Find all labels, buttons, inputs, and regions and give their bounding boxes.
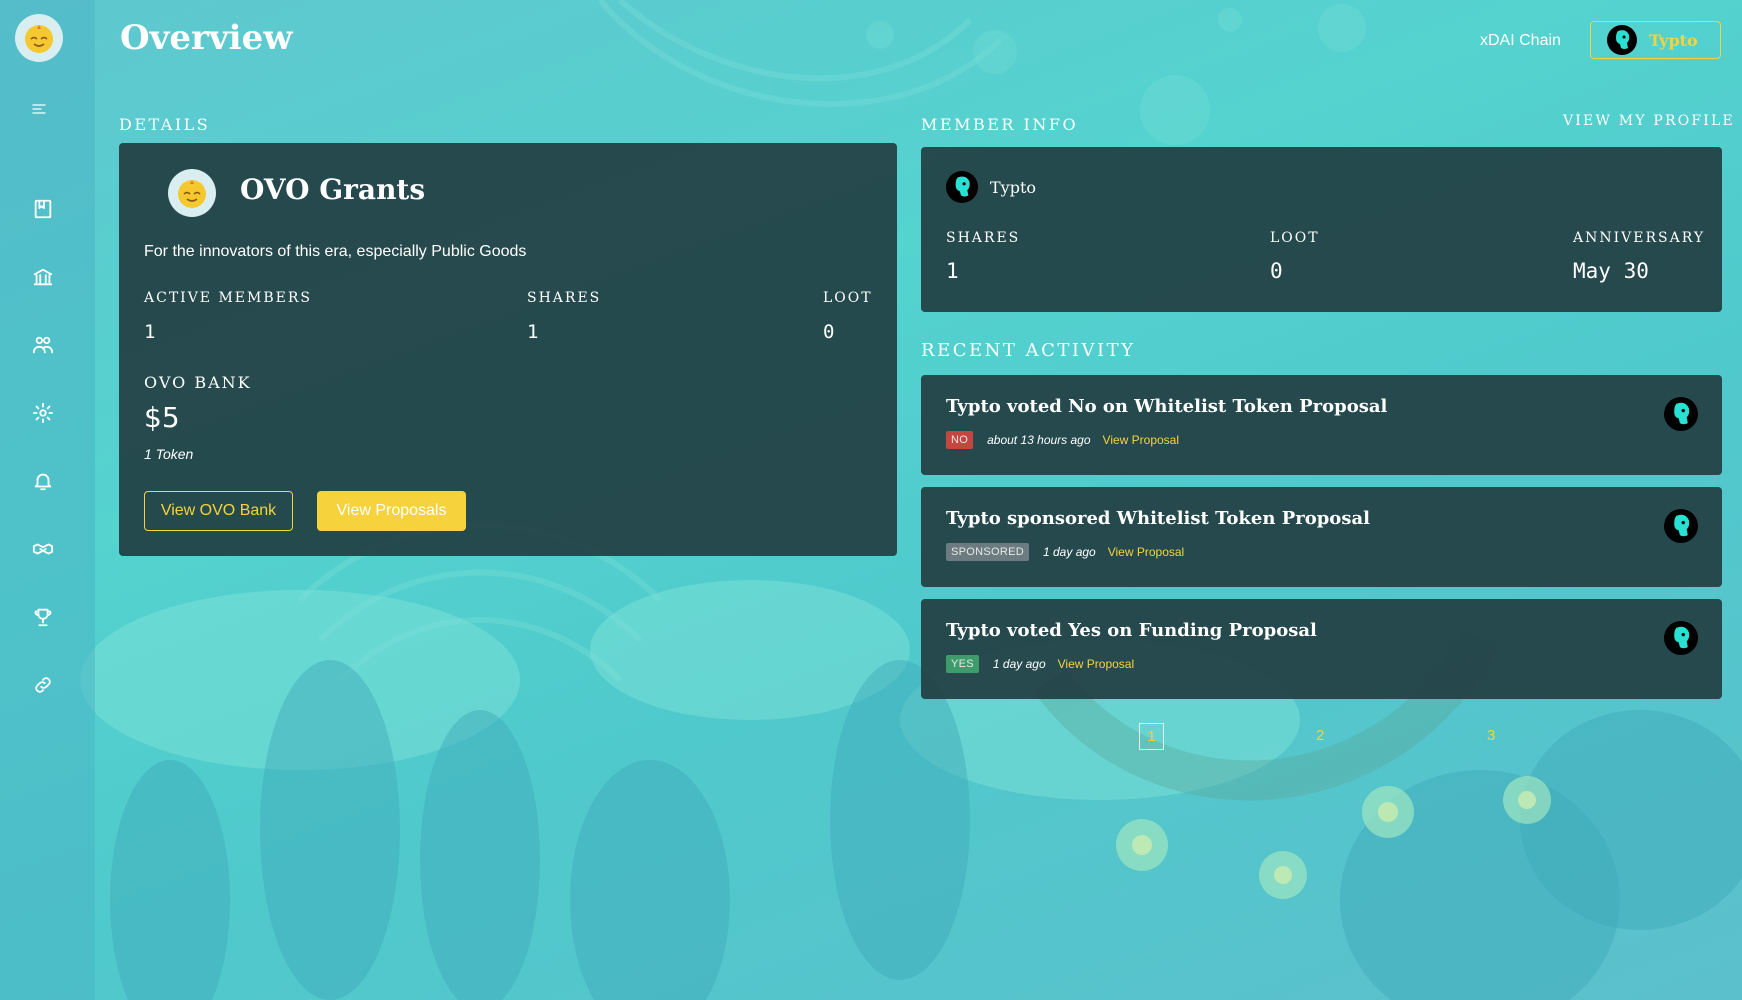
member-name: Typto bbox=[990, 178, 1037, 197]
activity-item: Typto voted Yes on Funding Proposal YES … bbox=[921, 599, 1722, 699]
pagination-page-2[interactable]: 2 bbox=[1316, 727, 1324, 744]
member-loot-label: LOOT bbox=[1270, 230, 1320, 246]
trophy-icon[interactable] bbox=[30, 604, 56, 630]
activity-item: Typto voted No on Whitelist Token Propos… bbox=[921, 375, 1722, 475]
loot-label: LOOT bbox=[823, 290, 873, 306]
egg-logo-icon bbox=[178, 180, 206, 208]
dao-avatar bbox=[168, 169, 216, 217]
member-shares-value: 1 bbox=[946, 259, 959, 283]
view-bank-button[interactable]: View OVO Bank bbox=[144, 491, 293, 531]
member-shares-label: SHARES bbox=[946, 230, 1021, 246]
activity-time: 1 day ago bbox=[1043, 545, 1096, 559]
view-proposal-link[interactable]: View Proposal bbox=[1108, 545, 1185, 559]
members-icon[interactable] bbox=[30, 332, 56, 358]
view-my-profile-link[interactable]: VIEW MY PROFILE bbox=[1563, 113, 1735, 129]
vote-no-badge: NO bbox=[946, 431, 974, 449]
active-members-label: ACTIVE MEMBERS bbox=[144, 290, 312, 306]
activity-meta: YES 1 day ago View Proposal bbox=[946, 655, 1134, 673]
active-members-value: 1 bbox=[144, 321, 156, 343]
dao-name: OVO Grants bbox=[240, 173, 426, 206]
activity-meta: NO about 13 hours ago View Proposal bbox=[946, 431, 1179, 449]
activity-time: about 13 hours ago bbox=[987, 433, 1091, 447]
activity-time: 1 day ago bbox=[992, 657, 1046, 671]
user-account-button[interactable]: Typto bbox=[1590, 21, 1721, 59]
activity-avatar-icon[interactable] bbox=[1664, 621, 1698, 655]
user-button-label: Typto bbox=[1649, 30, 1698, 50]
details-section-label: DETAILS bbox=[119, 115, 211, 134]
shares-label: SHARES bbox=[527, 290, 602, 306]
activity-avatar-icon[interactable] bbox=[1664, 397, 1698, 431]
view-proposal-link[interactable]: View Proposal bbox=[1058, 657, 1135, 671]
book-icon[interactable] bbox=[30, 196, 56, 222]
activity-title: Typto voted No on Whitelist Token Propos… bbox=[946, 396, 1388, 417]
view-proposal-link[interactable]: View Proposal bbox=[1103, 433, 1180, 447]
member-avatar-icon bbox=[946, 171, 978, 203]
sponsored-badge: SPONSORED bbox=[946, 543, 1029, 561]
handshake-icon[interactable] bbox=[30, 536, 56, 562]
bank-icon[interactable] bbox=[30, 264, 56, 290]
user-avatar-icon bbox=[1607, 25, 1637, 55]
activity-meta: SPONSORED 1 day ago View Proposal bbox=[946, 543, 1184, 561]
recent-activity-section-label: RECENT ACTIVITY bbox=[921, 340, 1136, 361]
anniversary-value: May 30 bbox=[1573, 259, 1649, 283]
activity-title: Typto sponsored Whitelist Token Proposal bbox=[946, 508, 1370, 529]
sidebar bbox=[0, 0, 95, 1000]
link-icon[interactable] bbox=[30, 672, 56, 698]
page-title: Overview bbox=[120, 18, 293, 58]
anniversary-label: ANNIVERSARY bbox=[1573, 230, 1706, 246]
activity-title: Typto voted Yes on Funding Proposal bbox=[946, 620, 1317, 641]
details-card: OVO Grants For the innovators of this er… bbox=[119, 143, 897, 556]
member-info-card: Typto SHARES 1 LOOT 0 ANNIVERSARY May 30 bbox=[921, 147, 1722, 312]
bank-label: OVO BANK bbox=[144, 373, 252, 392]
bank-token-count: 1 Token bbox=[144, 446, 194, 462]
member-info-section-label: MEMBER INFO bbox=[921, 115, 1079, 134]
vote-yes-badge: YES bbox=[946, 655, 979, 673]
shares-value: 1 bbox=[527, 321, 539, 343]
activity-item: Typto sponsored Whitelist Token Proposal… bbox=[921, 487, 1722, 587]
pagination-page-3[interactable]: 3 bbox=[1487, 727, 1495, 744]
dao-description: For the innovators of this era, especial… bbox=[144, 243, 527, 260]
egg-logo-icon bbox=[25, 25, 53, 53]
gear-icon[interactable] bbox=[30, 400, 56, 426]
bank-value: $5 bbox=[144, 401, 180, 434]
member-loot-value: 0 bbox=[1270, 259, 1283, 283]
dao-logo[interactable] bbox=[15, 14, 63, 62]
activity-avatar-icon[interactable] bbox=[1664, 509, 1698, 543]
view-proposals-button[interactable]: View Proposals bbox=[317, 491, 466, 531]
pagination-page-1[interactable]: 1 bbox=[1139, 723, 1164, 750]
network-label[interactable]: xDAI Chain bbox=[1480, 32, 1561, 50]
loot-value: 0 bbox=[823, 321, 835, 343]
menu-icon[interactable] bbox=[26, 96, 52, 122]
bell-icon[interactable] bbox=[30, 468, 56, 494]
